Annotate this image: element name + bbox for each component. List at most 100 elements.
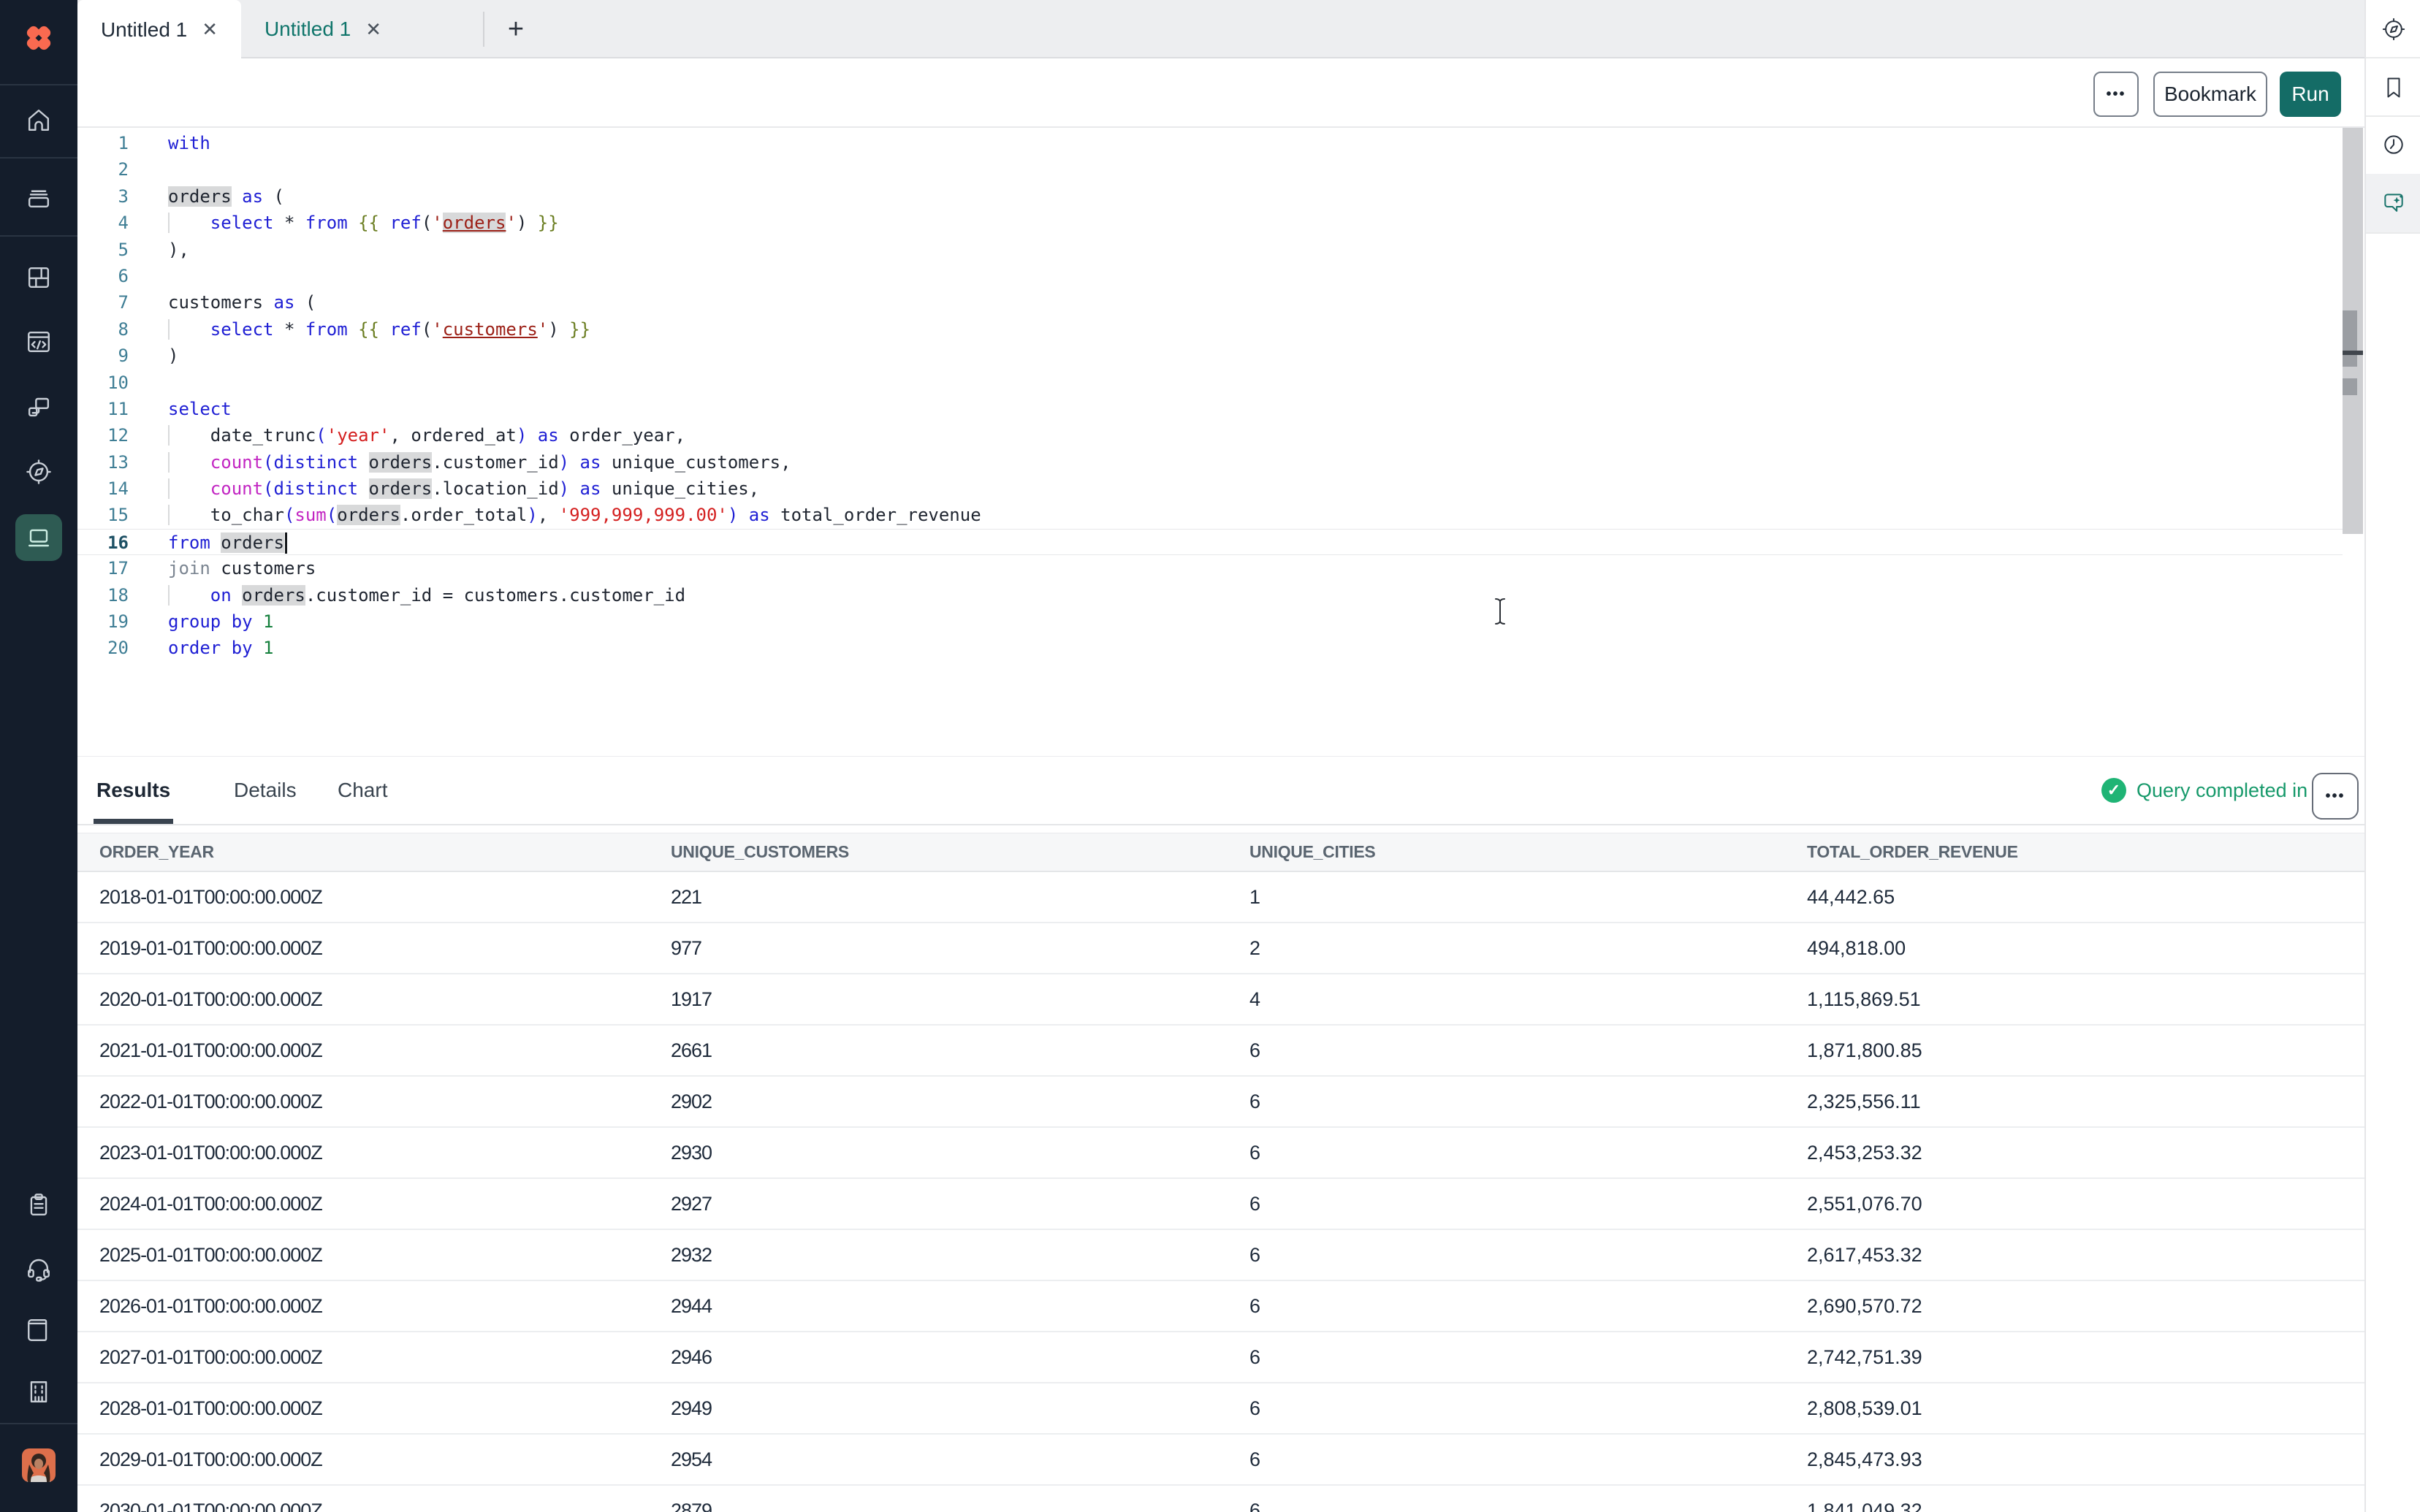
table-cell: 4 — [1249, 988, 1807, 1011]
code-line-19[interactable]: 19 group by 1 — [77, 608, 2343, 635]
table-row: 2021-01-01T00:00:00.000Z266161,871,800.8… — [77, 1026, 2364, 1077]
code-line-13[interactable]: 13 count(distinct orders.customer_id) as… — [77, 449, 2343, 476]
code-line-9[interactable]: 9) — [77, 343, 2343, 369]
results-tab-chart[interactable]: Chart — [338, 757, 387, 824]
cell-more-button[interactable]: ••• — [2093, 72, 2139, 117]
column-header[interactable]: UNIQUE_CITIES — [1249, 842, 1807, 862]
code-line-11[interactable]: 11select — [77, 396, 2343, 422]
code-text: from orders — [168, 530, 287, 554]
scrollbar-thumb[interactable] — [2343, 310, 2357, 351]
divider — [0, 235, 77, 237]
code-line-15[interactable]: 15 to_char(sum(orders.order_total), '999… — [77, 502, 2343, 528]
windows-icon[interactable] — [23, 391, 55, 423]
divider — [0, 157, 77, 159]
table-cell: 2028-01-01T00:00:00.000Z — [99, 1397, 671, 1420]
table-cell: 6 — [1249, 1500, 1807, 1512]
explore-compass-icon[interactable] — [2379, 15, 2408, 44]
support-headset-icon[interactable] — [23, 1252, 55, 1284]
table-cell: 221 — [671, 886, 1249, 909]
table-cell: 2,617,453.32 — [1807, 1244, 2364, 1267]
line-number: 13 — [77, 449, 129, 476]
code-text: count(distinct orders.customer_id) as un… — [168, 449, 791, 476]
code-line-18[interactable]: 18 on orders.customer_id = customers.cus… — [77, 582, 2343, 608]
close-icon[interactable]: ✕ — [202, 18, 218, 41]
apps-grid-icon[interactable] — [23, 261, 55, 294]
line-number: 8 — [77, 316, 129, 343]
bookmark-button[interactable]: Bookmark — [2153, 72, 2267, 117]
editor-tab-1[interactable]: Untitled 1 ✕ — [77, 0, 241, 59]
tab-divider — [483, 12, 484, 47]
table-cell: 6 — [1249, 1346, 1807, 1369]
table-cell: 2,845,473.93 — [1807, 1448, 2364, 1471]
code-line-1[interactable]: 1with — [77, 130, 2343, 156]
ai-chat-icon[interactable] — [2379, 188, 2408, 218]
divider — [2366, 57, 2420, 58]
code-line-2[interactable]: 2 — [77, 156, 2343, 183]
user-avatar[interactable] — [22, 1448, 56, 1482]
text-caret — [285, 532, 287, 554]
line-number: 14 — [77, 476, 129, 502]
explore-compass-icon[interactable] — [23, 456, 55, 488]
code-text: select * from {{ ref('customers') }} — [168, 316, 590, 343]
code-text: count(distinct orders.location_id) as un… — [168, 476, 759, 502]
home-icon[interactable] — [23, 104, 55, 137]
code-text: select — [168, 396, 232, 422]
table-cell: 1917 — [671, 988, 1249, 1011]
code-text: select * from {{ ref('orders') }} — [168, 210, 559, 236]
new-tab-button[interactable]: + — [495, 0, 536, 58]
code-text: orders as ( — [168, 183, 284, 210]
table-cell: 2661 — [671, 1039, 1249, 1062]
column-header[interactable]: UNIQUE_CUSTOMERS — [671, 842, 1249, 862]
table-cell: 2026-01-01T00:00:00.000Z — [99, 1295, 671, 1318]
code-line-5[interactable]: 5), — [77, 237, 2343, 263]
docs-book-icon[interactable] — [23, 1315, 55, 1347]
code-line-10[interactable]: 10 — [77, 370, 2343, 396]
code-line-17[interactable]: 17join customers — [77, 555, 2343, 581]
left-sidebar — [0, 0, 77, 1512]
results-tab-results[interactable]: Results — [96, 757, 170, 824]
workspace-item-selected[interactable] — [15, 514, 62, 561]
code-line-8[interactable]: 8 select * from {{ ref('customers') }} — [77, 316, 2343, 343]
bookmark-icon[interactable] — [2379, 73, 2408, 102]
code-line-4[interactable]: 4 select * from {{ ref('orders') }} — [77, 210, 2343, 236]
table-cell: 2927 — [671, 1193, 1249, 1215]
code-line-12[interactable]: 12 date_trunc('year', ordered_at) as ord… — [77, 422, 2343, 448]
table-cell: 6 — [1249, 1091, 1807, 1113]
table-cell: 2019-01-01T00:00:00.000Z — [99, 937, 671, 960]
history-clock-icon[interactable] — [2379, 130, 2408, 159]
results-more-button[interactable]: ••• — [2312, 773, 2359, 820]
table-cell: 6 — [1249, 1142, 1807, 1164]
table-row: 2022-01-01T00:00:00.000Z290262,325,556.1… — [77, 1077, 2364, 1128]
column-header[interactable]: TOTAL_ORDER_REVENUE — [1807, 842, 2364, 862]
code-line-6[interactable]: 6 — [77, 263, 2343, 289]
editor-scrollbar[interactable] — [2343, 128, 2363, 534]
code-line-14[interactable]: 14 count(distinct orders.location_id) as… — [77, 476, 2343, 502]
line-number: 7 — [77, 289, 129, 316]
projects-icon[interactable] — [23, 181, 55, 213]
results-tab-details[interactable]: Details — [234, 757, 297, 824]
clipboard-icon[interactable] — [23, 1189, 55, 1221]
code-browser-icon[interactable] — [23, 326, 55, 358]
close-icon[interactable]: ✕ — [365, 18, 381, 41]
hex-logo[interactable] — [23, 22, 55, 54]
code-line-7[interactable]: 7customers as ( — [77, 289, 2343, 316]
code-line-3[interactable]: 3orders as ( — [77, 183, 2343, 210]
results-toolbar: ResultsDetailsChart ✓ Query completed in… — [77, 757, 2364, 825]
code-line-20[interactable]: 20order by 1 — [77, 635, 2343, 661]
line-number: 12 — [77, 422, 129, 448]
code-line-16[interactable]: 16from orders — [77, 529, 2343, 555]
run-button[interactable]: Run — [2280, 72, 2341, 117]
code-text: group by 1 — [168, 608, 274, 635]
line-number: 20 — [77, 635, 129, 661]
table-cell: 6 — [1249, 1244, 1807, 1267]
table-cell: 2930 — [671, 1142, 1249, 1164]
editor-tab-2[interactable]: Untitled 1✕ — [241, 0, 405, 58]
column-header[interactable]: ORDER_YEAR — [99, 842, 671, 862]
tab-label: Untitled 1 — [101, 18, 187, 42]
table-cell: 2029-01-01T00:00:00.000Z — [99, 1448, 671, 1471]
table-cell: 6 — [1249, 1193, 1807, 1215]
sql-editor[interactable]: 1with23orders as (4 select * from {{ ref… — [77, 130, 2343, 662]
line-number: 19 — [77, 608, 129, 635]
table-row: 2028-01-01T00:00:00.000Z294962,808,539.0… — [77, 1383, 2364, 1435]
org-building-icon[interactable] — [23, 1376, 55, 1408]
